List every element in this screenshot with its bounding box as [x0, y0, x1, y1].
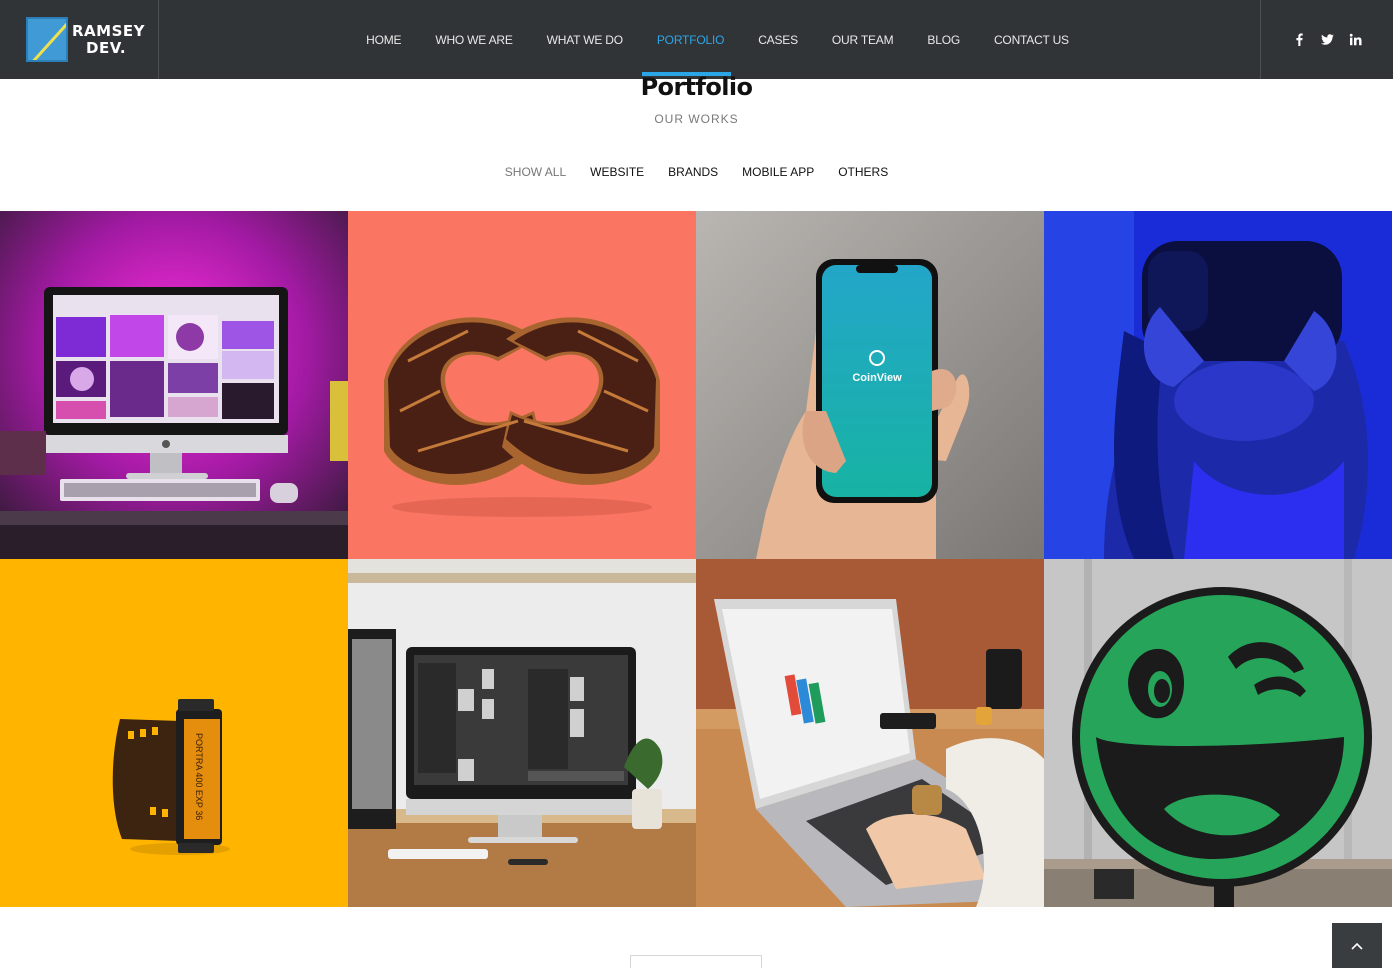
load-more-button[interactable]: [630, 955, 762, 968]
film-roll-image: PORTRA 400 EXP 36: [0, 559, 348, 907]
twitter-icon[interactable]: [1320, 33, 1334, 46]
filter-website[interactable]: WEBSITE: [590, 165, 644, 179]
logo-line-1: RAMSEY: [72, 21, 145, 40]
desktop-monitor-image: [0, 211, 348, 559]
chevron-up-icon: [1351, 937, 1363, 955]
logo-line-2: DEV.: [86, 38, 127, 57]
site-header: RAMSEY DEV. HOME WHO WE ARE WHAT WE DO P…: [0, 0, 1393, 79]
portfolio-item-coinview[interactable]: CoinView: [696, 211, 1044, 559]
filter-show-all[interactable]: SHOW ALL: [505, 165, 566, 179]
nav-home[interactable]: HOME: [349, 33, 418, 47]
portfolio-item-workspace[interactable]: [348, 559, 696, 907]
film-roll-label: PORTRA 400 EXP 36: [194, 733, 204, 820]
facebook-icon[interactable]: [1293, 33, 1306, 46]
page-title: Portfolio: [640, 73, 753, 101]
nav-cases[interactable]: CASES: [741, 33, 815, 47]
nav-what-we-do[interactable]: WHAT WE DO: [530, 33, 640, 47]
nav-our-team[interactable]: OUR TEAM: [815, 33, 911, 47]
scroll-to-top-button[interactable]: [1332, 923, 1382, 968]
nav-contact-us[interactable]: CONTACT US: [977, 33, 1086, 47]
social-links: [1260, 0, 1393, 79]
linkedin-icon[interactable]: [1349, 33, 1362, 46]
vr-child-image: [1044, 211, 1392, 559]
coinview-app-label: CoinView: [852, 372, 902, 384]
portfolio-filters: SHOW ALL WEBSITE BRANDS MOBILE APP OTHER…: [0, 165, 1393, 179]
donuts-image: [348, 211, 696, 559]
nav-who-we-are[interactable]: WHO WE ARE: [418, 33, 529, 47]
portfolio-item-film[interactable]: PORTRA 400 EXP 36: [0, 559, 348, 907]
filter-others[interactable]: OTHERS: [838, 165, 888, 179]
portfolio-item-smiley[interactable]: [1044, 559, 1392, 907]
phone-image: CoinView: [696, 211, 1044, 559]
portfolio-item-donuts[interactable]: [348, 211, 696, 559]
green-smiley-image: [1044, 559, 1392, 907]
portfolio-item-desktop[interactable]: [0, 211, 348, 559]
portfolio-grid: CoinView PORTRA 400 EXP 36: [0, 211, 1393, 907]
filter-brands[interactable]: BRANDS: [668, 165, 718, 179]
logo-text: RAMSEY DEV.: [72, 21, 145, 57]
logo-link[interactable]: RAMSEY DEV.: [0, 0, 159, 79]
page-subtitle: OUR WORKS: [654, 112, 739, 126]
main-nav: HOME WHO WE ARE WHAT WE DO PORTFOLIO CAS…: [159, 0, 1260, 79]
nav-portfolio[interactable]: PORTFOLIO: [640, 33, 741, 47]
portfolio-item-vr[interactable]: [1044, 211, 1392, 559]
laptop-image: [696, 559, 1044, 907]
nav-blog[interactable]: BLOG: [910, 33, 977, 47]
imac-workspace-image: [348, 559, 696, 907]
portfolio-item-laptop[interactable]: [696, 559, 1044, 907]
logo-icon: [26, 17, 68, 62]
filter-mobile-app[interactable]: MOBILE APP: [742, 165, 814, 179]
